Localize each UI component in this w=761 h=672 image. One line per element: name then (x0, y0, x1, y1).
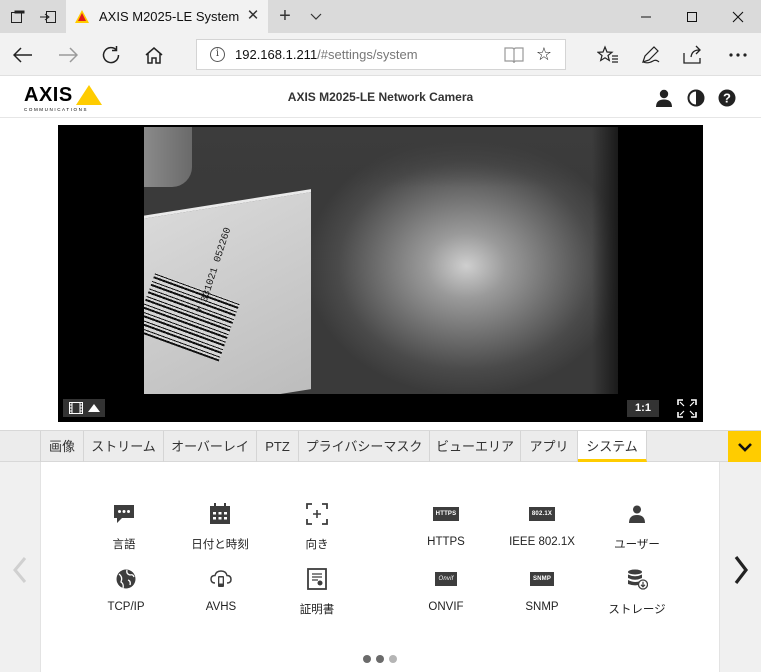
home-icon[interactable] (140, 41, 168, 69)
settings-item-orientation[interactable]: 向き (262, 502, 372, 554)
settings-item-ieee-8021x[interactable]: 802.1X IEEE 802.1X (487, 502, 597, 554)
cloud-device-icon (209, 567, 233, 591)
expand-settings-button[interactable] (728, 431, 761, 462)
settings-item-storage[interactable]: ストレージ (582, 567, 692, 619)
settings-item-snmp[interactable]: SNMP SNMP (487, 567, 597, 619)
browser-tab-active[interactable]: AXIS M2025-LE System ✕ (66, 0, 268, 33)
stream-controls[interactable] (63, 399, 105, 417)
axis-favicon-icon (75, 10, 89, 23)
back-arrow-icon[interactable] (9, 41, 37, 69)
orientation-icon (305, 502, 329, 526)
previous-page-arrow[interactable] (8, 550, 32, 590)
reading-view-icon[interactable] (504, 46, 524, 64)
minimize-icon[interactable] (623, 0, 669, 33)
favorite-star-icon[interactable]: ☆ (533, 43, 555, 65)
browser-navigation-bar: i 192.168.1.211/#settings/system ☆ (0, 33, 761, 76)
caret-up-icon[interactable] (87, 404, 100, 412)
help-icon[interactable]: ? (717, 88, 737, 108)
onvif-badge-icon: Onvif (434, 567, 458, 591)
camera-header: AXIS COMMUNICATIONS AXIS M2025-LE Networ… (0, 77, 761, 118)
system-settings-panel: 言語 日付と時刻 向き HTTPS HTTPS 802.1X IEEE 802.… (40, 462, 720, 672)
calendar-icon (208, 502, 232, 526)
url-text: 192.168.1.211/#settings/system (235, 47, 418, 62)
refresh-icon[interactable] (97, 41, 125, 69)
svg-text:?: ? (723, 91, 731, 106)
tab-image[interactable]: 画像 (40, 431, 84, 462)
page-title: AXIS M2025-LE Network Camera (287, 90, 474, 104)
settings-item-https[interactable]: HTTPS HTTPS (391, 502, 501, 554)
share-icon[interactable] (679, 41, 707, 69)
chevron-right-icon (734, 556, 749, 584)
settings-tabbar: 画像 ストリーム オーバーレイ PTZ プライバシーマスク ビューエリア アプリ… (0, 430, 761, 462)
address-bar[interactable]: i 192.168.1.211/#settings/system ☆ (196, 39, 566, 70)
page-dot-3[interactable] (389, 655, 397, 663)
tab-ptz[interactable]: PTZ (257, 431, 299, 462)
certificate-icon (305, 567, 329, 591)
tab-privacy-mask[interactable]: プライバシーマスク (299, 431, 430, 462)
https-badge-icon: HTTPS (432, 502, 460, 526)
maximize-icon[interactable] (669, 0, 715, 33)
pagination-dots (363, 655, 397, 663)
forward-arrow-icon[interactable] (54, 41, 82, 69)
network-globe-icon (114, 567, 138, 591)
settings-item-certificates[interactable]: 証明書 (262, 567, 372, 619)
live-video-view[interactable]: 7 331021 052260 1:1 (58, 125, 703, 422)
more-options-icon[interactable] (724, 41, 752, 69)
chevron-down-icon (737, 442, 752, 452)
site-info-icon[interactable]: i (210, 47, 225, 62)
chevron-down-icon[interactable] (306, 6, 326, 28)
tab-manager-icon[interactable] (8, 7, 28, 27)
settings-item-date-time[interactable]: 日付と時刻 (165, 502, 275, 554)
camera-feed-image: 7 331021 052260 (144, 127, 618, 394)
settings-item-onvif[interactable]: Onvif ONVIF (391, 567, 501, 619)
settings-item-tcp-ip[interactable]: TCP/IP (71, 567, 181, 619)
tab-overlay[interactable]: オーバーレイ (164, 431, 257, 462)
next-page-arrow[interactable] (729, 550, 753, 590)
close-window-icon[interactable] (715, 0, 761, 33)
user-account-icon[interactable] (654, 88, 674, 108)
tab-apps[interactable]: アプリ (521, 431, 578, 462)
chevron-left-icon (13, 557, 27, 583)
fullscreen-icon[interactable] (677, 399, 697, 418)
zoom-ratio-button[interactable]: 1:1 (627, 400, 659, 417)
browser-tab-strip: AXIS M2025-LE System ✕ + (0, 0, 761, 33)
user-icon (625, 502, 649, 526)
pen-notes-icon[interactable] (636, 41, 664, 69)
set-aside-tabs-icon[interactable] (38, 7, 58, 27)
storage-icon (625, 567, 649, 591)
tab-system[interactable]: システム (578, 431, 647, 462)
settings-item-language[interactable]: 言語 (69, 502, 179, 554)
tab-view-area[interactable]: ビューエリア (430, 431, 521, 462)
page-dot-1[interactable] (363, 655, 371, 663)
ieee-badge-icon: 802.1X (528, 502, 556, 526)
new-tab-icon[interactable]: + (274, 6, 296, 28)
favorites-list-icon[interactable] (594, 41, 622, 69)
settings-item-avhs[interactable]: AVHS (166, 567, 276, 619)
page-dot-2[interactable] (376, 655, 384, 663)
contrast-theme-icon[interactable] (686, 88, 706, 108)
tab-stream[interactable]: ストリーム (84, 431, 164, 462)
settings-section: 画像 ストリーム オーバーレイ PTZ プライバシーマスク ビューエリア アプリ… (0, 430, 761, 672)
settings-item-users[interactable]: ユーザー (582, 502, 692, 554)
snmp-badge-icon: SNMP (529, 567, 555, 591)
close-tab-icon[interactable]: ✕ (244, 7, 262, 25)
film-strip-icon[interactable] (68, 402, 83, 414)
tab-title: AXIS M2025-LE System (99, 9, 240, 24)
chat-icon (112, 502, 136, 526)
